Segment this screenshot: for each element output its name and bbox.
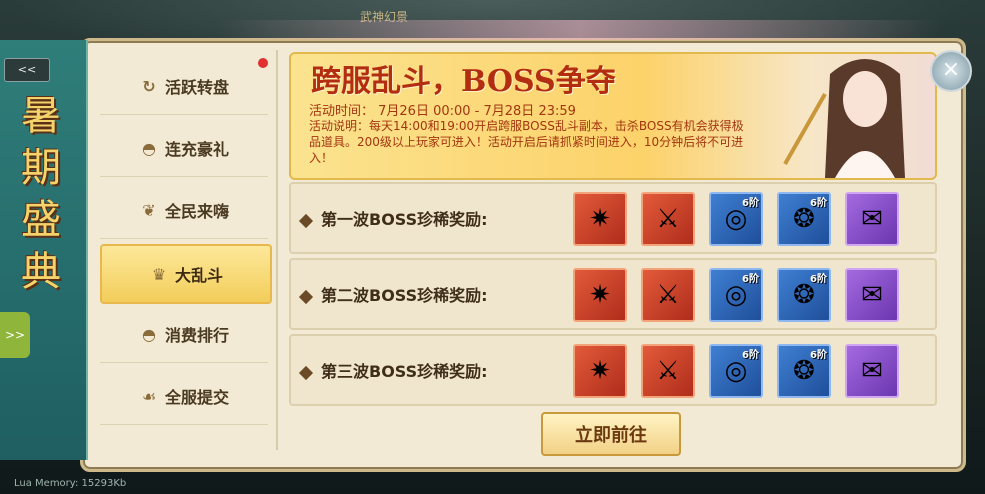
reward-item-helm[interactable]: ❂ 6阶: [777, 192, 831, 246]
panel-ribbon-decoration: [220, 20, 940, 40]
reward-item-helm[interactable]: ❂ 6阶: [777, 344, 831, 398]
reward-item-scroll[interactable]: ✉: [845, 268, 899, 322]
wave-label: 第一波BOSS珍稀奖励:: [321, 210, 488, 229]
reward-item-ring[interactable]: ◎ 6阶: [709, 344, 763, 398]
sidebar-item-spin[interactable]: ↻ 活跃转盘: [100, 58, 268, 115]
reward-item-star-gem[interactable]: ✷: [573, 268, 627, 322]
heroine-portrait: [783, 59, 905, 178]
wave-reward-row: 第三波BOSS珍稀奖励: ✷ ⚔ ◎ 6阶 ❂ 6阶 ✉: [289, 334, 937, 406]
crest-icon: ♛: [151, 264, 167, 284]
ingot-icon: ◓: [142, 324, 156, 344]
tier-badge: 6阶: [742, 198, 759, 209]
sidebar-item-brawl[interactable]: ♛ 大乱斗: [100, 244, 272, 304]
tier-badge: 6阶: [810, 198, 827, 209]
tier-badge: 6阶: [742, 350, 759, 361]
claw-icon: ⚔: [656, 204, 680, 234]
sidebar-item-label: 全服提交: [164, 388, 229, 407]
event-time: 活动时间： 7月26日 00:00 - 7月28日 23:59: [309, 104, 576, 119]
tier-badge: 6阶: [810, 350, 827, 361]
sidebar-item-label: 活跃转盘: [164, 78, 229, 97]
reward-item-scroll[interactable]: ✉: [845, 344, 899, 398]
sidebar-item-recharge[interactable]: ◓ 连充豪礼: [100, 120, 268, 177]
wave-reward-row: 第一波BOSS珍稀奖励: ✷ ⚔ ◎ 6阶 ❂ 6阶 ✉: [289, 182, 937, 254]
ingot-icon: ◓: [142, 138, 156, 158]
diamond-bullet-icon: [298, 289, 314, 304]
notification-dot: [258, 58, 268, 68]
star-gem-icon: ✷: [589, 204, 611, 234]
sidebar-item-label: 消费排行: [164, 326, 229, 345]
wave-reward-row: 第二波BOSS珍稀奖励: ✷ ⚔ ◎ 6阶 ❂ 6阶 ✉: [289, 258, 937, 330]
sidebar-divider: [276, 50, 278, 450]
sidebar-item-label: 连充豪礼: [164, 140, 229, 159]
wave-label-wrap: 第一波BOSS珍稀奖励:: [298, 206, 488, 230]
sidebar-item-server-submit[interactable]: ☙ 全服提交: [100, 368, 268, 425]
reward-item-claw[interactable]: ⚔: [641, 344, 695, 398]
event-description: 活动说明：每天14:00和19:00开启跨服BOSS乱斗副本，击杀BOSS有机会…: [309, 119, 744, 165]
event-title: 跨服乱斗，BOSS争夺: [311, 64, 616, 99]
claw-icon: ⚔: [656, 280, 680, 310]
star-gem-icon: ✷: [589, 356, 611, 386]
reward-item-ring[interactable]: ◎ 6阶: [709, 268, 763, 322]
star-gem-icon: ✷: [589, 280, 611, 310]
hand-icon: ☙: [141, 386, 157, 406]
diamond-bullet-icon: [298, 213, 314, 228]
reward-item-star-gem[interactable]: ✷: [573, 344, 627, 398]
claw-icon: ⚔: [656, 356, 680, 386]
lotus-icon: ❦: [142, 200, 156, 220]
banner-char: 暑: [21, 93, 61, 139]
scroll-icon: ✉: [861, 204, 883, 234]
reward-item-helm[interactable]: ❂ 6阶: [777, 268, 831, 322]
expand-button[interactable]: >>: [0, 312, 30, 358]
sidebar-item-spending-rank[interactable]: ◓ 消费排行: [100, 306, 268, 363]
reward-item-claw[interactable]: ⚔: [641, 192, 695, 246]
wave-label: 第二波BOSS珍稀奖励:: [321, 286, 488, 305]
debug-memory-readout: Lua Memory: 15293Kb: [14, 478, 127, 489]
event-header-banner: 跨服乱斗，BOSS争夺 活动时间： 7月26日 00:00 - 7月28日 23…: [289, 52, 937, 180]
diamond-bullet-icon: [298, 365, 314, 380]
reward-item-ring[interactable]: ◎ 6阶: [709, 192, 763, 246]
reward-item-claw[interactable]: ⚔: [641, 268, 695, 322]
scroll-icon: ✉: [861, 280, 883, 310]
tier-badge: 6阶: [742, 274, 759, 285]
sidebar-item-party[interactable]: ❦ 全民来嗨: [100, 182, 268, 239]
close-button[interactable]: ×: [930, 50, 972, 92]
go-now-button[interactable]: 立即前往: [541, 412, 681, 456]
summer-festival-banner: 暑 期 盛 典: [0, 40, 88, 460]
reward-item-scroll[interactable]: ✉: [845, 192, 899, 246]
wave-label-wrap: 第三波BOSS珍稀奖励:: [298, 358, 488, 382]
sidebar-item-label: 大乱斗: [174, 266, 223, 285]
wave-label: 第三波BOSS珍稀奖励:: [321, 362, 488, 381]
tier-badge: 6阶: [810, 274, 827, 285]
sidebar-item-label: 全民来嗨: [164, 202, 229, 221]
reward-item-star-gem[interactable]: ✷: [573, 192, 627, 246]
scroll-icon: ✉: [861, 356, 883, 386]
banner-char: 盛: [21, 197, 61, 243]
banner-char: 期: [21, 145, 61, 191]
wave-label-wrap: 第二波BOSS珍稀奖励:: [298, 282, 488, 306]
banner-char: 典: [21, 249, 61, 295]
collapse-button[interactable]: <<: [4, 58, 50, 82]
activity-sidebar: ↻ 活跃转盘 ◓ 连充豪礼 ❦ 全民来嗨 ♛ 大乱斗 ◓ 消费排行 ☙ 全服提交: [100, 52, 272, 452]
spin-icon: ↻: [142, 76, 156, 96]
